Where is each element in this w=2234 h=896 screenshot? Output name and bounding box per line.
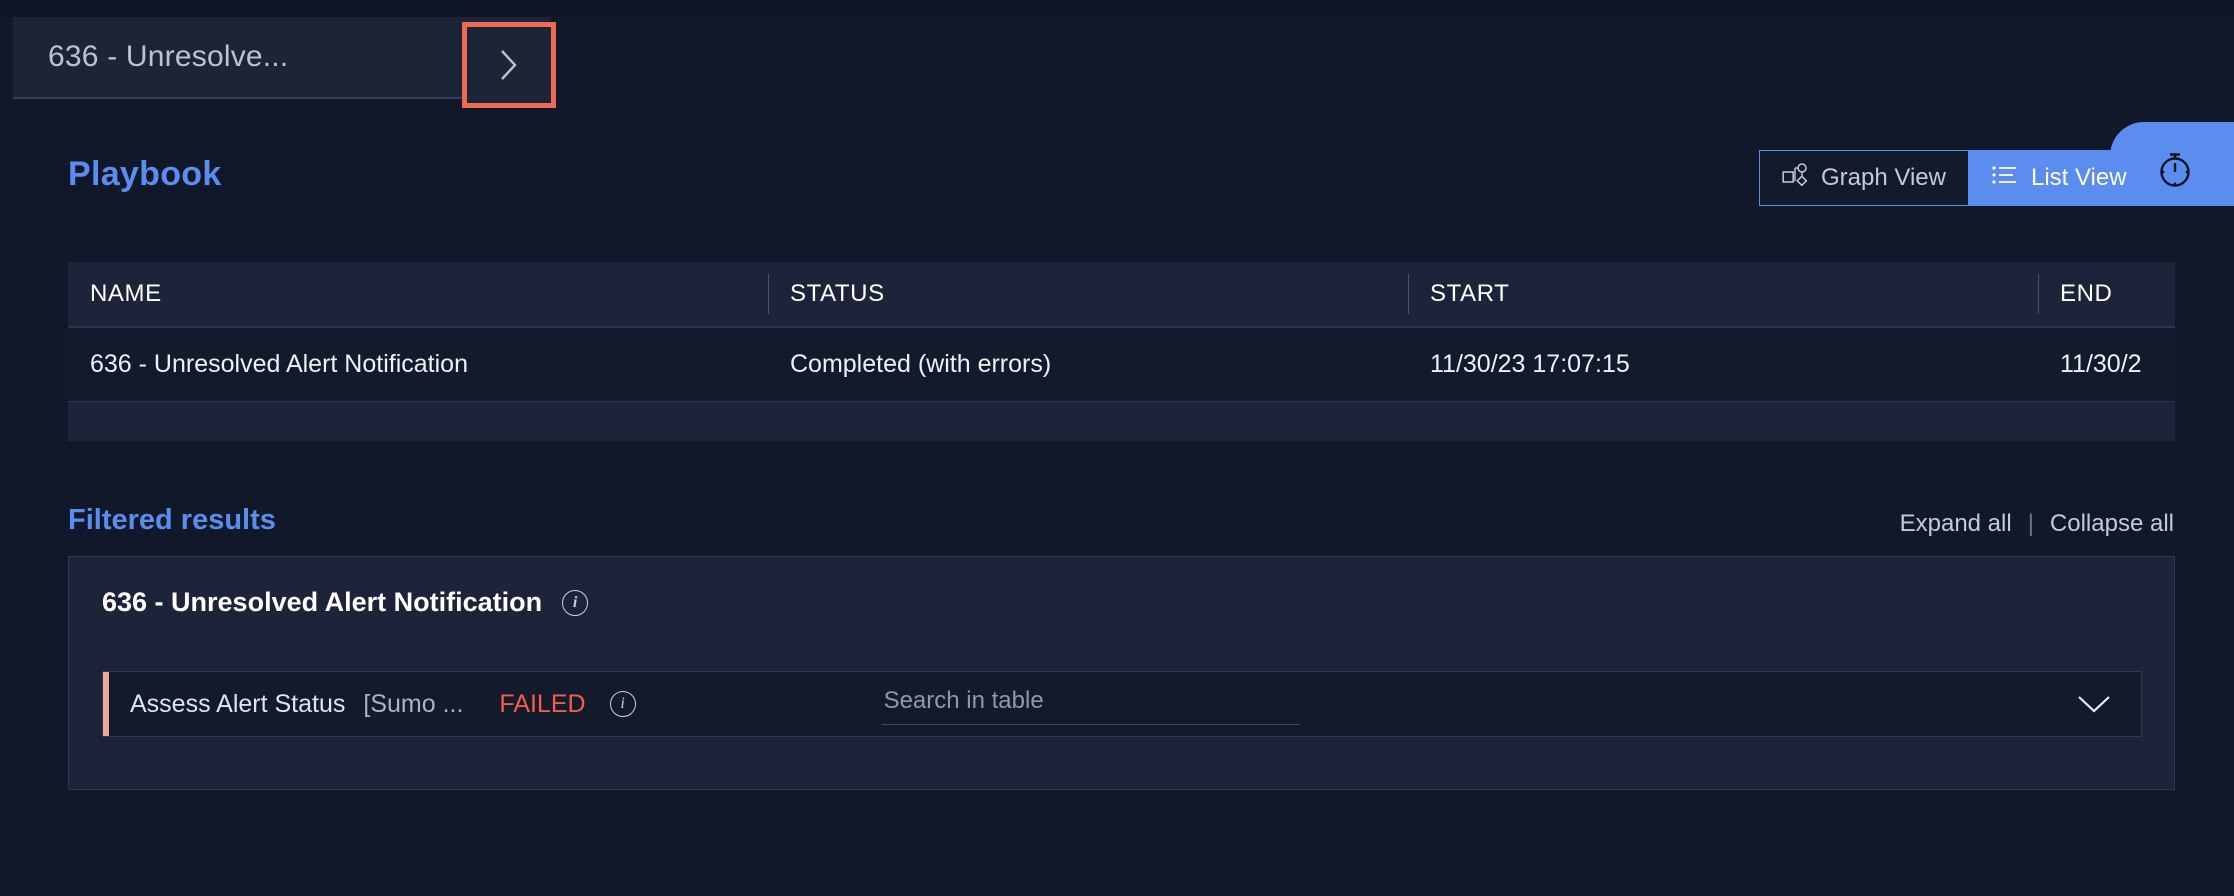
breadcrumb-next-button[interactable] <box>467 27 551 103</box>
list-view-label: List View <box>2030 164 2127 191</box>
action-status-bar <box>103 672 109 736</box>
controls-separator: | <box>2027 510 2034 537</box>
chevron-down-icon[interactable] <box>2077 694 2111 714</box>
breadcrumb-label: 636 - Unresolve... <box>48 40 289 73</box>
column-header-start[interactable]: START <box>1408 262 2038 327</box>
action-row[interactable]: Assess Alert Status [Sumo ... FAILED i <box>102 671 2142 737</box>
cell-end: 11/30/2 <box>2038 326 2175 401</box>
view-toggle: Graph View List View <box>1759 150 2150 206</box>
expand-collapse-controls: Expand all | Collapse all <box>1900 510 2174 538</box>
cell-status: Completed (with errors) <box>768 326 1408 401</box>
cell-start: 11/30/23 17:07:15 <box>1408 326 2038 401</box>
result-card: 636 - Unresolved Alert Notification i As… <box>68 556 2175 790</box>
playbook-page: 636 - Unresolve... Playbook Graph View L… <box>0 0 2234 896</box>
search-in-table-wrap <box>881 683 1300 725</box>
filtered-results-title: Filtered results <box>68 504 276 536</box>
action-integration: [Sumo ... <box>363 689 464 718</box>
info-icon[interactable]: i <box>562 589 589 616</box>
search-input[interactable] <box>881 683 1300 725</box>
result-card-title-text: 636 - Unresolved Alert Notification <box>102 587 543 617</box>
page-title: Playbook <box>68 155 222 193</box>
info-icon[interactable]: i <box>609 691 636 717</box>
action-name: Assess Alert Status <box>130 689 346 718</box>
collapse-all-link[interactable]: Collapse all <box>2050 510 2174 538</box>
expand-all-link[interactable]: Expand all <box>1900 510 2012 538</box>
table-footer <box>68 401 2175 441</box>
result-card-header: 636 - Unresolved Alert Notification i <box>69 557 2174 618</box>
column-header-end[interactable]: END <box>2038 262 2175 327</box>
action-status: FAILED <box>499 689 586 718</box>
list-icon <box>1992 164 2018 193</box>
graph-view-button[interactable]: Graph View <box>1759 150 1969 206</box>
table-header-row: NAME STATUS START END <box>68 262 2175 327</box>
stopwatch-icon <box>2149 148 2195 196</box>
list-view-button[interactable]: List View <box>1968 150 2150 206</box>
playbook-table: NAME STATUS START END 636 - Unresolved A… <box>68 262 2175 441</box>
cell-name: 636 - Unresolved Alert Notification <box>68 326 768 401</box>
column-header-status[interactable]: STATUS <box>768 262 1408 327</box>
graph-nodes-icon <box>1782 162 1808 194</box>
chevron-right-icon <box>498 48 520 82</box>
graph-view-label: Graph View <box>1821 164 1946 191</box>
top-strip <box>0 0 2234 17</box>
column-header-name[interactable]: NAME <box>68 262 768 327</box>
table-row[interactable]: 636 - Unresolved Alert Notification Comp… <box>68 326 2175 401</box>
